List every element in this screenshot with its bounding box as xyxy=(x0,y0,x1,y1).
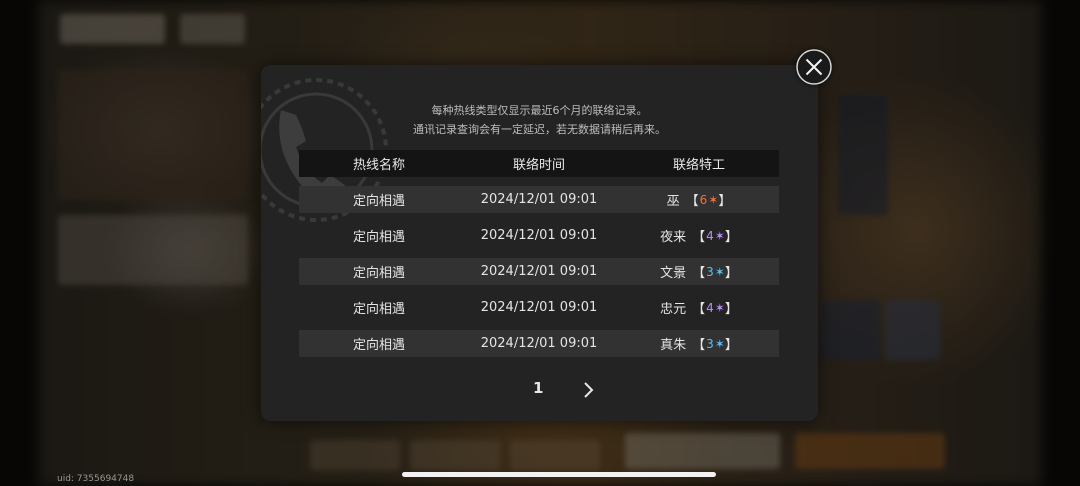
rank-star-icon: ✶ xyxy=(708,192,719,207)
bracket-open: 【 xyxy=(692,230,706,245)
agent-cell: 夜来【4 ✶】 xyxy=(619,226,779,246)
agent-name: 真朱 xyxy=(660,338,687,353)
bracket-open: 【 xyxy=(685,194,699,209)
contact-time: 2024/12/01 09:01 xyxy=(480,228,598,243)
hotline-name: 定向相遇 xyxy=(352,194,405,209)
contact-time: 2024/12/01 09:01 xyxy=(480,300,598,315)
agent-rank: 6 xyxy=(699,192,708,207)
current-page-number[interactable]: 1 xyxy=(533,379,543,397)
hotline-name: 定向相遇 xyxy=(352,302,405,317)
agent-rank: 4 xyxy=(706,300,714,315)
notice-line-2: 通讯记录查询会有一定延迟，若无数据请稍后再来。 xyxy=(413,123,666,136)
hotline-name: 定向相遇 xyxy=(352,266,405,281)
contact-time: 2024/12/01 09:01 xyxy=(480,264,598,279)
agent-rank: 3 xyxy=(706,264,714,279)
agent-cell: 巫【6 ✶】 xyxy=(619,190,779,210)
agent-cell: 真朱【3 ✶】 xyxy=(619,334,779,354)
agent-rank: 3 xyxy=(706,336,714,351)
table-header: 热线名称 联络时间 联络特工 xyxy=(299,150,779,177)
bracket-close: 】 xyxy=(724,266,738,281)
table-row: 定向相遇 2024/12/01 09:01 真朱【3 ✶】 xyxy=(299,330,779,357)
bracket-open: 【 xyxy=(692,302,706,317)
table-row: 定向相遇 2024/12/01 09:01 夜来【4 ✶】 xyxy=(299,222,779,249)
table-row: 定向相遇 2024/12/01 09:01 文景【3 ✶】 xyxy=(299,258,779,285)
bracket-close: 】 xyxy=(724,302,738,317)
bracket-close: 】 xyxy=(718,194,732,209)
records-table: 热线名称 联络时间 联络特工 定向相遇 2024/12/01 09:01 巫【6 ✶】… xyxy=(299,150,779,357)
table-row: 定向相遇 2024/12/01 09:01 巫【6 ✶】 xyxy=(299,186,779,213)
table-body: 定向相遇 2024/12/01 09:01 巫【6 ✶】定向相遇 2024/12/01 … xyxy=(299,186,779,357)
bracket-close: 】 xyxy=(724,230,738,245)
contact-time: 2024/12/01 09:01 xyxy=(480,192,598,207)
bracket-close: 】 xyxy=(724,338,738,353)
agent-name: 巫 xyxy=(666,194,680,209)
table-row: 定向相遇 2024/12/01 09:01 忠元【4 ✶】 xyxy=(299,294,779,321)
hotline-name: 定向相遇 xyxy=(352,230,405,245)
rank-star-icon: ✶ xyxy=(714,336,725,351)
column-header-hotline: 热线名称 xyxy=(352,158,405,173)
home-indicator[interactable] xyxy=(402,472,716,477)
pagination: 1 xyxy=(261,377,818,401)
rank-star-icon: ✶ xyxy=(714,300,725,315)
rank-star-icon: ✶ xyxy=(714,264,725,279)
contact-time: 2024/12/01 09:01 xyxy=(480,336,598,351)
agent-name: 夜来 xyxy=(660,230,687,245)
notice-line-1: 每种热线类型仅显示最近6个月的联络记录。 xyxy=(431,104,648,117)
bracket-open: 【 xyxy=(692,266,706,281)
contact-records-dialog: 每种热线类型仅显示最近6个月的联络记录。 通讯记录查询会有一定延迟，若无数据请稍… xyxy=(261,65,818,421)
chevron-right-icon[interactable] xyxy=(579,379,599,401)
agent-cell: 忠元【4 ✶】 xyxy=(619,298,779,318)
agent-cell: 文景【3 ✶】 xyxy=(619,262,779,282)
game-screen: uid: 7355694748 每种热线类型仅显示最近6个月的联络记录。 通讯记… xyxy=(0,0,1080,486)
agent-rank: 4 xyxy=(706,228,714,243)
agent-name: 文景 xyxy=(660,266,687,281)
bracket-open: 【 xyxy=(692,338,706,353)
hotline-name: 定向相遇 xyxy=(352,338,405,353)
rank-star-icon: ✶ xyxy=(714,228,725,243)
column-header-time: 联络时间 xyxy=(512,158,565,173)
column-header-agent: 联络特工 xyxy=(672,158,725,173)
uid-label: uid: 7355694748 xyxy=(57,474,135,484)
close-icon[interactable] xyxy=(796,49,832,85)
agent-name: 忠元 xyxy=(660,302,687,317)
